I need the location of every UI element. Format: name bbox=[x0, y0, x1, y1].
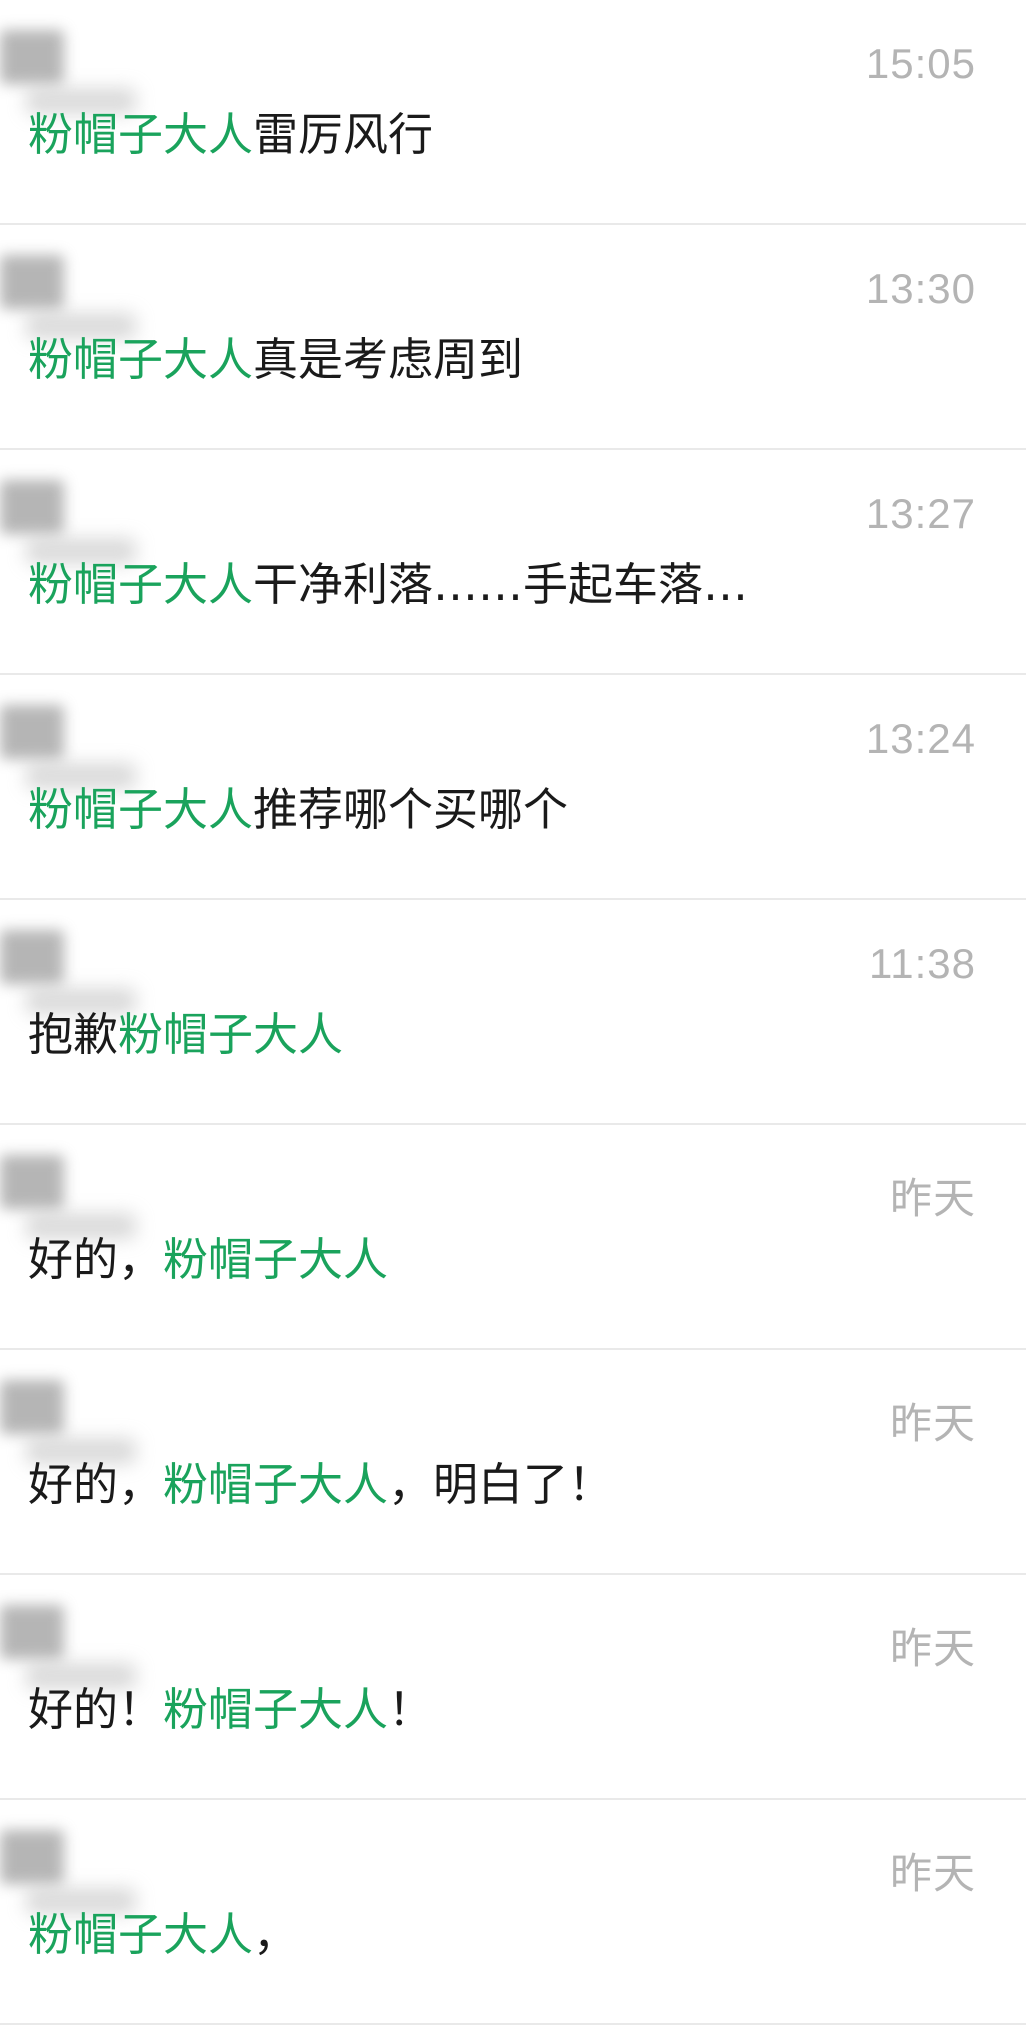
mention-name[interactable]: 粉帽子大人 bbox=[163, 1458, 388, 1511]
message-row[interactable]: 昨天好的！粉帽子大人！ bbox=[0, 1575, 1026, 1800]
message-text: 粉帽子大人干净利落……手起车落… bbox=[28, 548, 748, 613]
message-text: 好的！粉帽子大人！ bbox=[28, 1673, 433, 1738]
row-divider bbox=[0, 2023, 1026, 2025]
avatar bbox=[0, 1830, 64, 1884]
mention-name[interactable]: 粉帽子大人 bbox=[28, 108, 253, 161]
mention-name[interactable]: 粉帽子大人 bbox=[28, 1908, 253, 1961]
message-row[interactable]: 昨天粉帽子大人， bbox=[0, 1800, 1026, 2025]
message-row[interactable]: 昨天好的，粉帽子大人 bbox=[0, 1125, 1026, 1350]
message-row[interactable]: 昨天 好的，粉帽子大人，明白了！ bbox=[0, 1350, 1026, 1575]
avatar bbox=[0, 705, 64, 759]
mention-name[interactable]: 粉帽子大人 bbox=[163, 1233, 388, 1286]
message-row[interactable]: 11:38 抱歉粉帽子大人 bbox=[0, 900, 1026, 1125]
message-text: 粉帽子大人推荐哪个买哪个 bbox=[28, 773, 568, 838]
message-segment: 真是考虑周到 bbox=[253, 333, 524, 386]
message-segment: 好的， bbox=[28, 1233, 164, 1286]
message-segment: 推荐哪个买哪个 bbox=[253, 783, 569, 836]
message-segment: 好的！ bbox=[28, 1683, 164, 1736]
message-text: 好的，粉帽子大人，明白了！ bbox=[28, 1448, 613, 1513]
message-time: 昨天 bbox=[889, 1850, 976, 1897]
avatar bbox=[0, 255, 64, 309]
message-text: 抱歉粉帽子大人 bbox=[28, 998, 343, 1063]
message-segment: ，明白了！ bbox=[388, 1458, 614, 1511]
message-row[interactable]: 13:30 粉帽子大人真是考虑周到 bbox=[0, 225, 1026, 450]
message-text: 粉帽子大人真是考虑周到 bbox=[28, 323, 523, 388]
message-time: 15:05 bbox=[865, 40, 976, 87]
avatar bbox=[0, 1155, 64, 1209]
avatar bbox=[0, 930, 64, 984]
mention-name[interactable]: 粉帽子大人 bbox=[28, 333, 253, 386]
message-list: 15:05 粉帽子大人雷厉风行 13:30 粉帽子大人真是考虑周到 13:27 粉帽子大… bbox=[0, 0, 1026, 2038]
message-time: 13:27 bbox=[865, 490, 976, 537]
message-time: 昨天 bbox=[889, 1625, 976, 1672]
message-time: 11:38 bbox=[869, 940, 976, 987]
message-row[interactable]: 13:24 粉帽子大人推荐哪个买哪个 bbox=[0, 675, 1026, 900]
avatar bbox=[0, 1380, 64, 1434]
message-segment: 干净利落……手起车落… bbox=[253, 558, 749, 611]
mention-name[interactable]: 粉帽子大人 bbox=[118, 1008, 343, 1061]
avatar bbox=[0, 480, 64, 534]
message-time: 13:30 bbox=[865, 265, 976, 312]
message-text: 粉帽子大人， bbox=[28, 1898, 298, 1963]
mention-name[interactable]: 粉帽子大人 bbox=[28, 558, 253, 611]
message-time: 13:24 bbox=[865, 715, 976, 762]
message-time: 昨天 bbox=[889, 1175, 976, 1222]
avatar bbox=[0, 30, 64, 84]
message-segment: ， bbox=[253, 1908, 299, 1961]
message-segment: 抱歉 bbox=[28, 1008, 119, 1061]
message-text: 好的，粉帽子大人 bbox=[28, 1223, 388, 1288]
avatar bbox=[0, 1605, 64, 1659]
message-time: 昨天 bbox=[889, 1400, 976, 1447]
mention-name[interactable]: 粉帽子大人 bbox=[163, 1683, 388, 1736]
message-row[interactable]: 15:05 粉帽子大人雷厉风行 bbox=[0, 0, 1026, 225]
message-text: 粉帽子大人雷厉风行 bbox=[28, 98, 433, 163]
mention-name[interactable]: 粉帽子大人 bbox=[28, 783, 253, 836]
message-segment: 雷厉风行 bbox=[253, 108, 434, 161]
message-segment: 好的， bbox=[28, 1458, 164, 1511]
message-segment: ！ bbox=[388, 1683, 434, 1736]
message-row[interactable]: 13:27 粉帽子大人干净利落……手起车落… bbox=[0, 450, 1026, 675]
